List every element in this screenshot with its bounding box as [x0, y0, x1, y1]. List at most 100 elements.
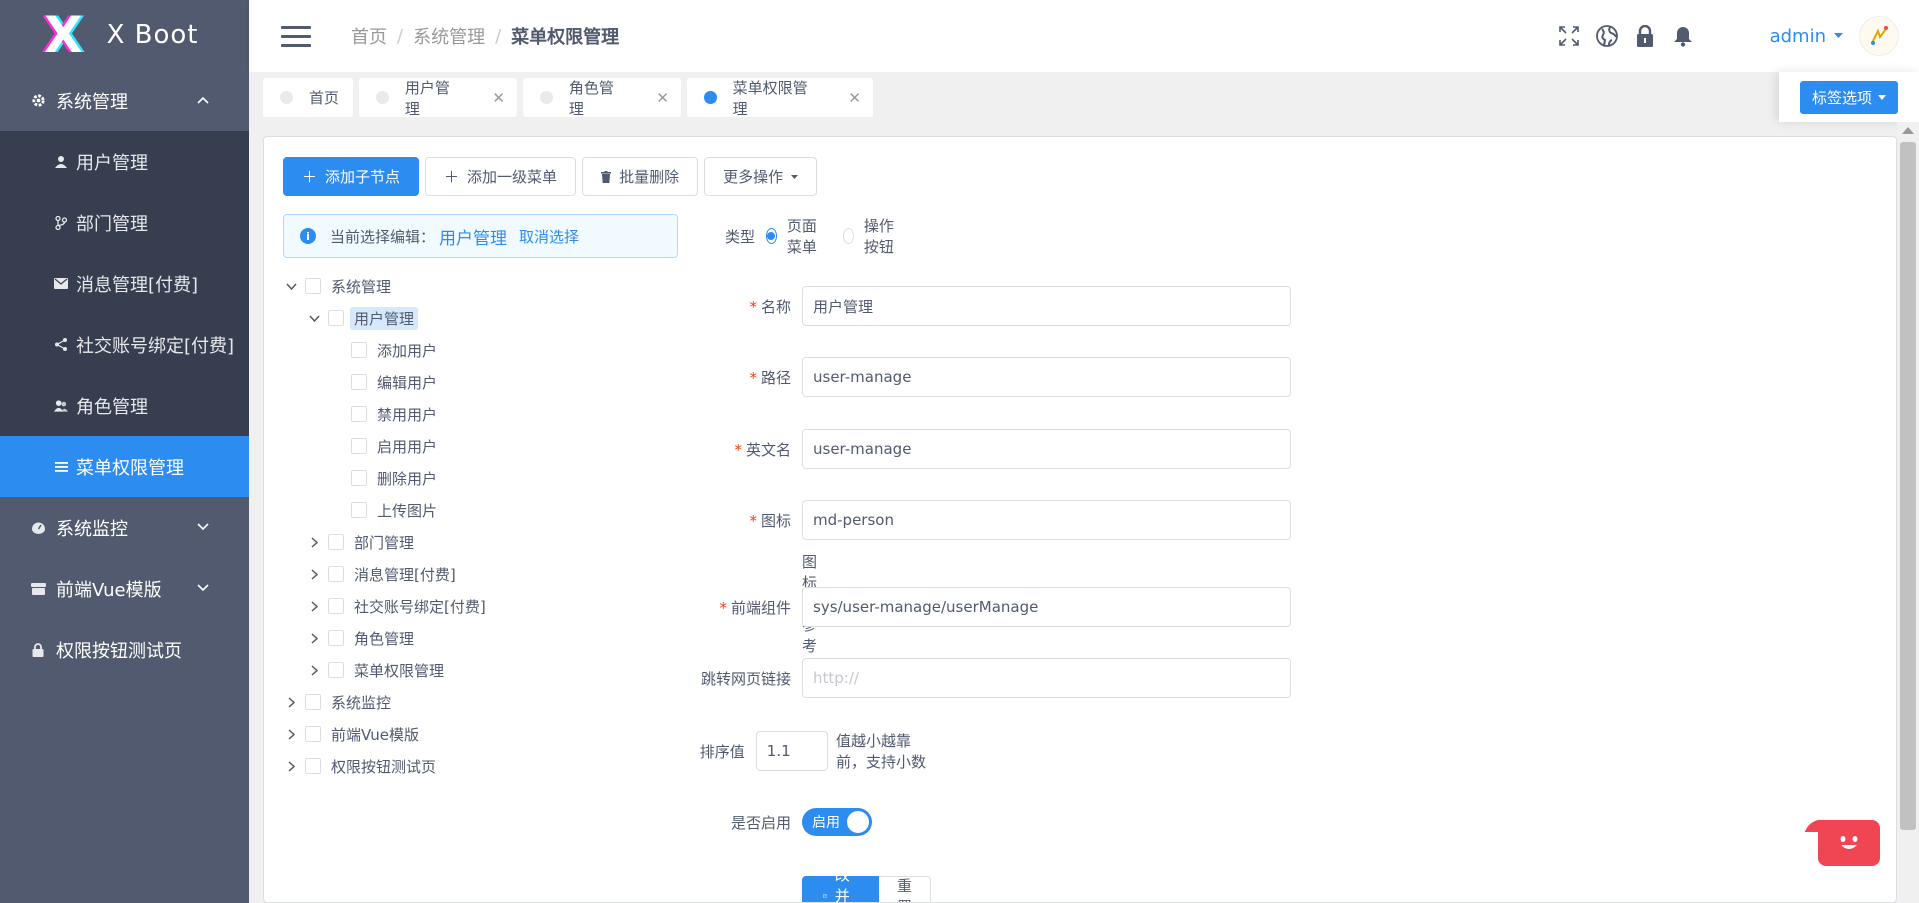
chevron-down-icon[interactable] — [283, 282, 299, 290]
radio-page-menu[interactable] — [765, 228, 777, 244]
tree-node[interactable]: 上传图片 — [283, 494, 683, 526]
url-input[interactable]: http:// — [802, 658, 1291, 698]
globe-icon[interactable] — [1595, 25, 1618, 47]
path-input[interactable]: user-manage — [802, 357, 1291, 397]
avatar[interactable] — [1859, 16, 1899, 56]
chevron-right-icon[interactable] — [283, 760, 299, 772]
chevron-right-icon[interactable] — [283, 728, 299, 740]
bell-icon[interactable] — [1672, 25, 1694, 47]
tree-node-label[interactable]: 部门管理 — [354, 532, 414, 553]
tree-node-label[interactable]: 启用用户 — [377, 436, 437, 457]
sidebar-group-permission-test[interactable]: 权限按钮测试页 — [0, 619, 249, 680]
tree-node-label[interactable]: 添加用户 — [377, 340, 437, 361]
logo[interactable]: X X Boot — [0, 0, 249, 70]
sidebar-group-system[interactable]: 系统管理 — [0, 70, 249, 131]
tag-home[interactable]: 首页 — [263, 78, 353, 117]
sidebar-item-department[interactable]: 部门管理 — [0, 192, 249, 253]
tree-node[interactable]: 编辑用户 — [283, 366, 683, 398]
tree-node-label[interactable]: 前端Vue模版 — [331, 724, 419, 745]
add-child-button[interactable]: ＋ 添加子节点 — [283, 157, 420, 196]
user-menu[interactable]: admin — [1770, 26, 1843, 47]
tree-node[interactable]: 系统监控 — [283, 686, 683, 718]
sidebar-item-menu-permission[interactable]: 菜单权限管理 — [0, 436, 249, 497]
fullscreen-icon[interactable] — [1558, 25, 1580, 47]
sidebar-item-message[interactable]: 消息管理[付费] — [0, 253, 249, 314]
tree-checkbox[interactable] — [351, 406, 367, 422]
sidebar-group-vue-template[interactable]: 前端Vue模版 — [0, 558, 249, 619]
en-name-input[interactable]: user-manage — [802, 429, 1291, 469]
tree-node[interactable]: 启用用户 — [283, 430, 683, 462]
chevron-right-icon[interactable] — [306, 568, 322, 580]
hamburger-icon[interactable] — [281, 25, 311, 47]
tree-node[interactable]: 权限按钮测试页 — [283, 750, 683, 782]
tree-checkbox[interactable] — [351, 470, 367, 486]
radio-action-button[interactable] — [842, 228, 854, 244]
reset-button[interactable]: 重置 — [879, 876, 932, 902]
tag-role-manage[interactable]: 角色管理 ✕ — [523, 78, 681, 118]
tree-checkbox[interactable] — [328, 310, 344, 326]
close-icon[interactable]: ✕ — [492, 89, 505, 107]
sidebar-item-user-manage[interactable]: 用户管理 — [0, 131, 249, 192]
tree-checkbox[interactable] — [328, 630, 344, 646]
close-icon[interactable]: ✕ — [848, 89, 861, 107]
tree-checkbox[interactable] — [351, 342, 367, 358]
tree-node-label[interactable]: 编辑用户 — [377, 372, 437, 393]
sidebar-group-monitor[interactable]: 系统监控 — [0, 497, 249, 558]
scrollbar-thumb[interactable] — [1900, 142, 1916, 830]
tree-node[interactable]: 用户管理 — [283, 302, 683, 334]
tree-node[interactable]: 社交账号绑定[付费] — [283, 590, 683, 622]
radio-action-button-label[interactable]: 操作按钮 — [864, 215, 902, 257]
tree-node-label[interactable]: 社交账号绑定[付费] — [354, 596, 486, 617]
tree-checkbox[interactable] — [305, 758, 321, 774]
chevron-right-icon[interactable] — [306, 664, 322, 676]
tree-node[interactable]: 角色管理 — [283, 622, 683, 654]
enable-switch[interactable]: 启用 — [802, 808, 872, 836]
tree-node-label[interactable]: 消息管理[付费] — [354, 564, 456, 585]
chevron-down-icon[interactable] — [306, 314, 322, 322]
tree-node-label[interactable]: 删除用户 — [377, 468, 437, 489]
breadcrumb-home[interactable]: 首页 — [351, 23, 387, 49]
tree-node[interactable]: 系统管理 — [283, 270, 683, 302]
tree-node-label[interactable]: 菜单权限管理 — [354, 660, 444, 681]
tree-checkbox[interactable] — [351, 374, 367, 390]
tree-node[interactable]: 删除用户 — [283, 462, 683, 494]
save-button[interactable]: 修改并保存 — [802, 845, 880, 902]
component-input[interactable]: sys/user-manage/userManage — [802, 587, 1291, 627]
tree-checkbox[interactable] — [328, 598, 344, 614]
batch-delete-button[interactable]: 批量删除 — [582, 157, 699, 196]
radio-page-menu-label[interactable]: 页面菜单 — [787, 215, 825, 257]
tag-options-button[interactable]: 标签选项 — [1799, 80, 1898, 114]
icon-input[interactable]: md-person — [802, 500, 1291, 540]
sort-input[interactable]: 1.1 — [755, 731, 829, 771]
chat-widget-button[interactable] — [1818, 820, 1880, 866]
tree-checkbox[interactable] — [305, 694, 321, 710]
breadcrumb-system[interactable]: 系统管理 — [413, 23, 485, 49]
sidebar-item-social[interactable]: 社交账号绑定[付费] — [0, 314, 249, 375]
tree-checkbox[interactable] — [305, 726, 321, 742]
tag-menu-permission[interactable]: 菜单权限管理 ✕ — [687, 78, 873, 118]
add-top-menu-button[interactable]: ＋ 添加一级菜单 — [425, 157, 577, 196]
tree-node-label[interactable]: 系统监控 — [331, 692, 391, 713]
chevron-right-icon[interactable] — [306, 632, 322, 644]
tree-node-label[interactable]: 禁用用户 — [377, 404, 437, 425]
tree-node-label[interactable]: 角色管理 — [354, 628, 414, 649]
tree-node-label[interactable]: 系统管理 — [331, 276, 391, 297]
tree-node-label[interactable]: 上传图片 — [377, 500, 437, 521]
cancel-selection-link[interactable]: 取消选择 — [519, 226, 579, 247]
tree-node[interactable]: 菜单权限管理 — [283, 654, 683, 686]
tree-checkbox[interactable] — [305, 278, 321, 294]
tree-node[interactable]: 禁用用户 — [283, 398, 683, 430]
lock-icon[interactable] — [1634, 25, 1656, 47]
tree-node-label[interactable]: 用户管理 — [350, 306, 419, 330]
chevron-right-icon[interactable] — [306, 536, 322, 548]
scroll-up-arrow[interactable] — [1902, 127, 1914, 134]
tree-node[interactable]: 前端Vue模版 — [283, 718, 683, 750]
tree-node[interactable]: 添加用户 — [283, 334, 683, 366]
tree-node[interactable]: 消息管理[付费] — [283, 558, 683, 590]
tree-checkbox[interactable] — [328, 534, 344, 550]
page-scrollbar[interactable] — [1897, 122, 1919, 903]
tree-checkbox[interactable] — [351, 438, 367, 454]
tree-checkbox[interactable] — [351, 502, 367, 518]
sidebar-item-role[interactable]: 角色管理 — [0, 375, 249, 436]
tree-node-label[interactable]: 权限按钮测试页 — [331, 756, 436, 777]
